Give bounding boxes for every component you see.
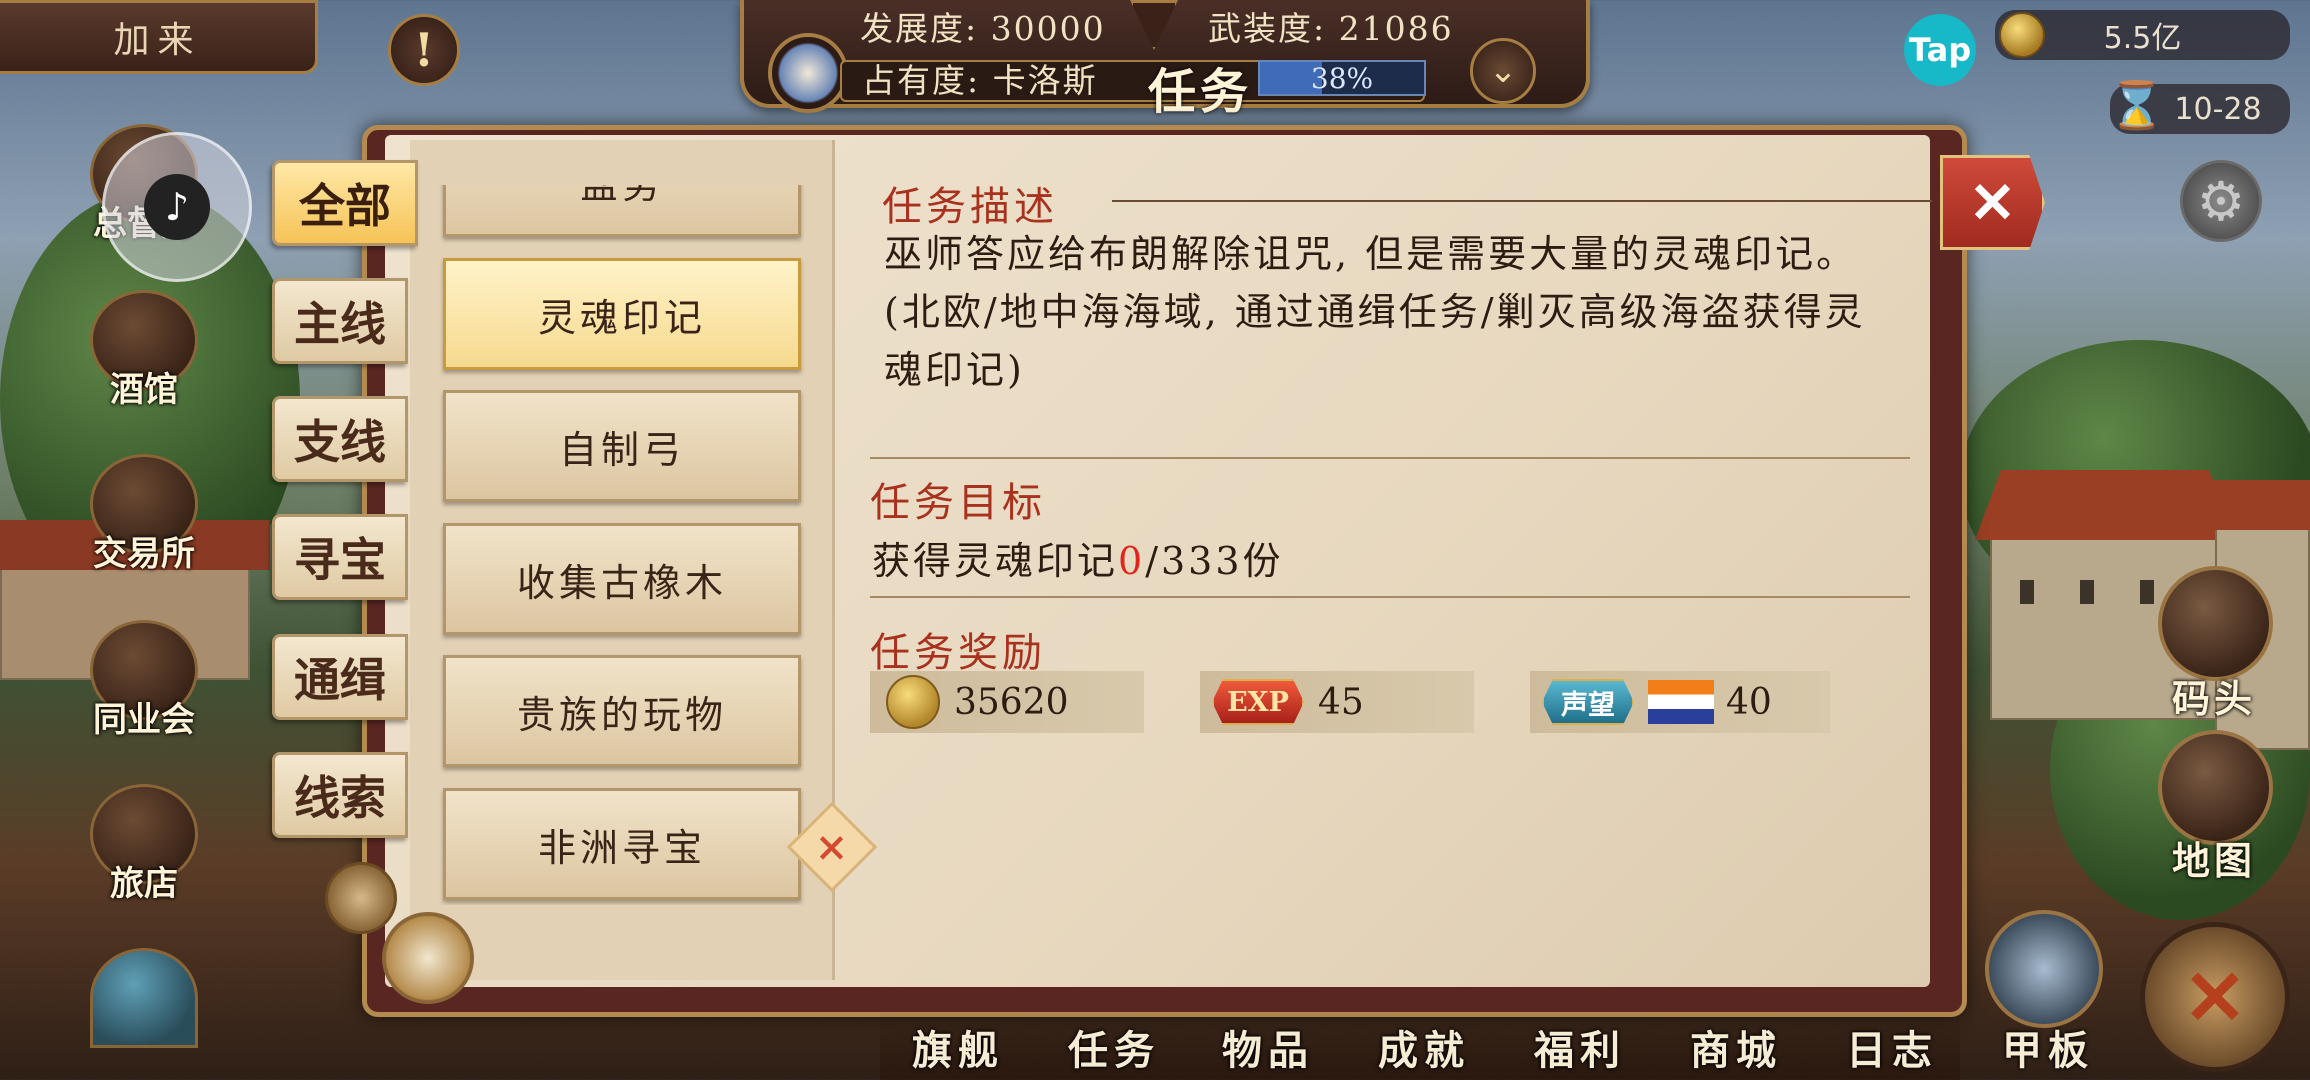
menu-label: 酒馆: [110, 370, 178, 410]
quest-description: 巫师答应给布朗解除诅咒, 但是需要大量的灵魂印记。 (北欧/地中海海域, 通过通…: [884, 232, 1866, 392]
menu-exchange[interactable]: 交易所: [0, 454, 198, 604]
close-icon: ✕: [1969, 169, 2016, 236]
description-title: 任务描述: [882, 184, 1058, 230]
section-divider: [870, 596, 1910, 598]
tab-all[interactable]: 全部: [272, 160, 418, 246]
quest-item[interactable]: 非洲寻宝: [443, 788, 801, 900]
menu-label: 旅店: [110, 864, 178, 904]
reward-exp: EXP 45: [1200, 671, 1474, 733]
dock-label: 码头: [2172, 676, 2257, 721]
menu-label: 同业会: [93, 700, 195, 740]
quest-item[interactable]: 贵族的玩物: [443, 655, 801, 767]
quest-item[interactable]: 收集古橡木: [443, 523, 801, 635]
map-button[interactable]: [2158, 730, 2273, 845]
armament-stat: 武装度: 21086: [1208, 9, 1454, 48]
tap-label: Tap: [1908, 31, 1972, 69]
background-window: [2020, 580, 2034, 604]
map-label: 地图: [2172, 838, 2257, 883]
date-display: ⌛ 10-28: [2108, 78, 2290, 134]
background-roof: [1975, 470, 2235, 540]
compass-icon[interactable]: [382, 912, 474, 1004]
goal-total: /333份: [1145, 539, 1284, 583]
goal-text: 获得灵魂印记: [872, 539, 1119, 583]
quest-list: 盐务 灵魂印记 自制弓 收集古橡木 贵族的玩物 非洲寻宝: [420, 185, 820, 905]
gold-display: 5.5亿: [1995, 10, 2290, 60]
tab-wanted[interactable]: 通缉: [272, 634, 408, 720]
dutch-flag-icon: [1648, 680, 1714, 724]
menu-guild[interactable]: 同业会: [0, 620, 198, 770]
pocket-watch-icon: [325, 862, 397, 934]
gold-amount: 5.5亿: [2103, 21, 2182, 56]
crossed-arrows-icon: ✕: [2183, 952, 2247, 1042]
nav-shop[interactable]: 商城: [1690, 1018, 1782, 1076]
background-roof: [2210, 480, 2310, 530]
goal-current: 0: [1118, 539, 1146, 583]
goal-title: 任务目标: [870, 480, 1046, 526]
quest-item[interactable]: 盐务: [443, 185, 801, 237]
fountain-icon[interactable]: [90, 948, 198, 1048]
date-value: 10-28: [2174, 91, 2262, 127]
occupancy-stat: 占有度: 卡洛斯: [862, 61, 1098, 100]
gold-coin-icon: [1999, 12, 2045, 58]
settings-gear-icon[interactable]: ⚙: [2180, 160, 2262, 242]
reward-reputation-value: 40: [1726, 681, 1772, 723]
exclamation-icon: !: [413, 23, 435, 77]
back-label: 加来: [113, 20, 202, 61]
hourglass-icon: ⌛: [2108, 78, 2166, 132]
section-divider: [870, 457, 1910, 459]
menu-inn[interactable]: 旅店: [0, 784, 198, 934]
nav-deck[interactable]: 甲板: [2002, 1018, 2094, 1076]
tab-side[interactable]: 支线: [272, 396, 408, 482]
nav-items[interactable]: 物品: [1222, 1018, 1314, 1076]
ship-icon[interactable]: [1985, 910, 2103, 1028]
back-button[interactable]: 加来: [0, 0, 318, 74]
reward-gold-value: 35620: [954, 681, 1069, 723]
alert-button[interactable]: !: [388, 14, 460, 86]
menu-tavern[interactable]: 酒馆: [0, 290, 198, 440]
tab-treasure[interactable]: 寻宝: [272, 514, 408, 600]
nav-quest[interactable]: 任务: [1068, 1018, 1160, 1076]
background-window: [2140, 580, 2154, 604]
quest-goal: 获得灵魂印记0/333份: [872, 530, 1284, 585]
menu-toggle-button[interactable]: ✕: [2140, 922, 2290, 1072]
reward-exp-value: 45: [1318, 681, 1364, 723]
occupancy-percent: 38%: [1310, 62, 1374, 95]
title-underline: [1112, 200, 1932, 202]
nation-emblem-icon[interactable]: [768, 33, 848, 113]
quest-item[interactable]: 自制弓: [443, 390, 801, 502]
background-window: [2080, 580, 2094, 604]
tab-clues[interactable]: 线索: [272, 752, 408, 838]
dock-button[interactable]: [2158, 566, 2273, 681]
close-button[interactable]: ✕: [1940, 155, 2045, 250]
reputation-badge-icon: 声望: [1542, 679, 1634, 725]
reward-gold: 35620: [870, 671, 1144, 733]
floating-tiktok-icon[interactable]: ♪: [102, 132, 252, 282]
exp-badge-icon: EXP: [1212, 679, 1304, 725]
nav-log[interactable]: 日志: [1846, 1018, 1938, 1076]
dropdown-chevron-icon[interactable]: ⌄: [1470, 38, 1536, 104]
task-header-title: 任务: [1148, 64, 1253, 120]
tab-main[interactable]: 主线: [272, 278, 408, 364]
quest-item-selected[interactable]: 灵魂印记: [443, 258, 801, 370]
gold-coin-icon: [886, 675, 940, 729]
nav-flagship[interactable]: 旗舰: [912, 1018, 1004, 1076]
occupancy-progress: 38%: [1258, 60, 1426, 96]
nav-welfare[interactable]: 福利: [1534, 1018, 1626, 1076]
reward-reputation: 声望 40: [1530, 671, 1830, 733]
nav-achievements[interactable]: 成就: [1378, 1018, 1470, 1076]
tap-button[interactable]: Tap: [1904, 14, 1976, 86]
reward-title: 任务奖励: [870, 630, 1046, 676]
development-stat: 发展度: 30000: [860, 9, 1106, 48]
menu-label: 交易所: [93, 534, 195, 574]
